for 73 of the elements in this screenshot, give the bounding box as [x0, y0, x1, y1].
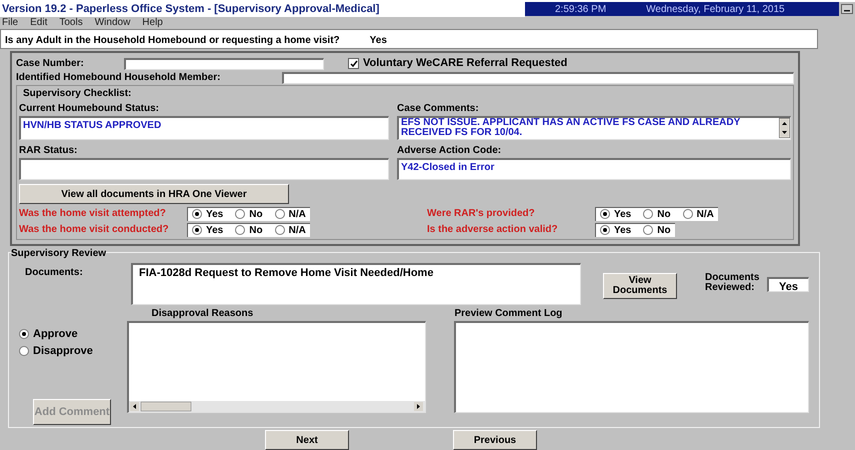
- reviewed-field[interactable]: Yes: [767, 277, 809, 292]
- viewer-button[interactable]: View all documents in HRA One Viewer: [19, 184, 289, 204]
- comments-text: EFS NOT ISSUE. APPLICANT HAS AN ACTIVE FS CASE AND ALREADY RECEIVED FS FOR 10/04.: [400, 118, 742, 139]
- radio-label: No: [249, 208, 263, 222]
- member-field[interactable]: [282, 72, 794, 84]
- radio-label: Yes: [614, 208, 632, 222]
- radio-button[interactable]: [600, 209, 610, 219]
- radio-label: Yes: [206, 224, 224, 238]
- radio-label: N/A: [696, 208, 714, 222]
- menu-item[interactable]: Edit: [30, 15, 48, 30]
- radio-button[interactable]: [235, 225, 246, 235]
- radio-button[interactable]: [19, 346, 29, 356]
- question-label: Was the home visit attempted?: [19, 207, 167, 221]
- comment-log-field[interactable]: [454, 321, 809, 413]
- case-number-field[interactable]: [124, 58, 324, 70]
- field-label: Documents:: [24, 266, 84, 280]
- radio-label: No: [657, 224, 671, 238]
- radio-label: Disapprove: [33, 344, 93, 358]
- radio-label: Yes: [206, 208, 224, 222]
- horizontal-scrollbar[interactable]: [129, 401, 426, 412]
- field-label: Adverse Action Code:: [397, 144, 502, 158]
- radio-button[interactable]: [643, 225, 654, 235]
- question-label: Were RAR's provided?: [427, 207, 536, 221]
- adverse-code-field[interactable]: Y42-Closed in Error: [397, 158, 791, 180]
- nav-button[interactable]: Previous: [453, 430, 537, 450]
- clock-time: 2:59:36 PM: [555, 2, 606, 16]
- section-title: Supervisory Review: [11, 246, 106, 261]
- menu-item[interactable]: Tools: [59, 15, 83, 30]
- radio-label: No: [657, 208, 671, 222]
- question-label: Was the home visit conducted?: [19, 223, 170, 237]
- reasons-list[interactable]: [127, 321, 426, 413]
- radio-button[interactable]: [682, 209, 693, 219]
- radio-label: N/A: [288, 224, 306, 238]
- menu-item[interactable]: Help: [142, 15, 163, 30]
- view-documents-button[interactable]: View Documents: [603, 273, 677, 299]
- answer-text: Yes: [370, 34, 387, 48]
- checkbox[interactable]: [348, 58, 359, 69]
- radio-button[interactable]: [600, 225, 610, 235]
- field-label: RAR Status:: [19, 144, 78, 158]
- radio-label: Yes: [614, 224, 632, 238]
- status-field[interactable]: HVN/HB STATUS APPROVED: [19, 116, 389, 140]
- date-text: Wednesday, February 11, 2015: [646, 2, 785, 16]
- radio-button[interactable]: [235, 209, 246, 219]
- menu-item[interactable]: File: [2, 15, 18, 30]
- comments-field[interactable]: EFS NOT ISSUE. APPLICANT HAS AN ACTIVE FS CASE AND ALREADY RECEIVED FS FOR 10/04.: [397, 116, 791, 140]
- minimize-button[interactable]: [841, 4, 853, 14]
- radio-button[interactable]: [192, 225, 202, 235]
- field-label: Case Number:: [16, 57, 85, 71]
- list-title: Preview Comment Log: [454, 307, 564, 321]
- radio-label: Approve: [33, 327, 78, 342]
- menu-item[interactable]: Window: [94, 15, 130, 30]
- radio-button[interactable]: [274, 209, 285, 219]
- list-title: Disapproval Reasons: [150, 307, 254, 321]
- field-label: Identified Homebound Household Member:: [16, 71, 222, 85]
- question-text: Is any Adult in the Household Homebound or requesting a home visit?: [5, 34, 340, 48]
- checkbox-label: Voluntary WeCARE Referral Requested: [363, 56, 568, 72]
- question-label: Is the adverse action valid?: [427, 223, 559, 237]
- scroll-arrows-icon[interactable]: [779, 118, 790, 138]
- radio-button[interactable]: [192, 209, 202, 219]
- radio-button[interactable]: [274, 225, 285, 235]
- section-title: Supervisory Checklist:: [22, 87, 132, 101]
- radio-label: N/A: [288, 208, 306, 222]
- field-label: Documents Reviewed:: [705, 273, 760, 293]
- radio-button[interactable]: [19, 329, 29, 340]
- nav-button[interactable]: Next: [265, 430, 349, 450]
- window-title: Version 19.2 - Paperless Office System - [Supervisory Approval-Medical]: [0, 0, 525, 18]
- rar-status-field[interactable]: [19, 158, 389, 180]
- documents-field[interactable]: FIA-1028d Request to Remove Home Visit Needed/Home: [131, 263, 581, 305]
- field-label: Current Houmebound Status:: [19, 102, 160, 116]
- radio-label: No: [249, 224, 263, 238]
- field-label: Case Comments:: [397, 102, 480, 116]
- check-icon: [350, 60, 358, 68]
- radio-button[interactable]: [643, 209, 654, 219]
